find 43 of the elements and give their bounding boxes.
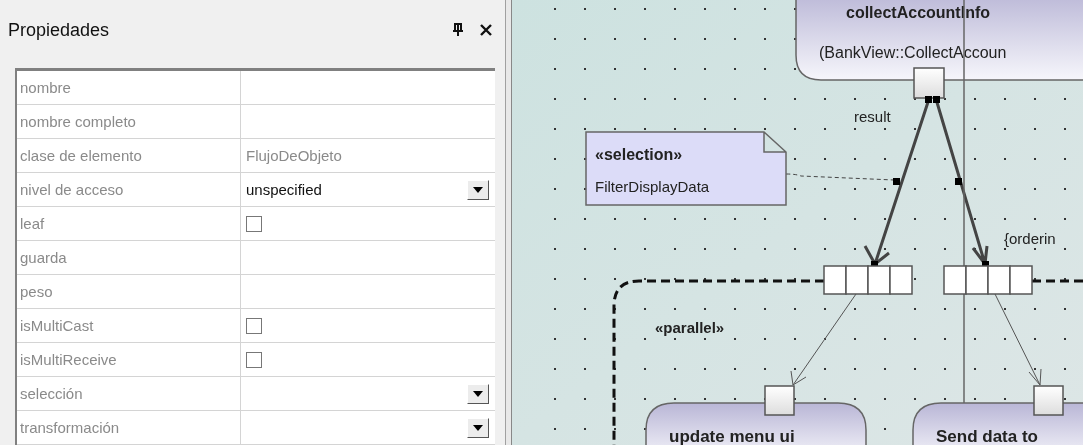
constraint-label: {orderin [1004, 230, 1056, 247]
property-value: unspecified [246, 181, 323, 198]
note-stereotype: «selection» [595, 146, 683, 163]
action-title: update menu ui [669, 427, 795, 445]
property-name: nombre completo [17, 105, 241, 138]
pin-icon[interactable] [451, 23, 465, 37]
action-node[interactable] [912, 402, 1083, 445]
property-name: clase de elemento [17, 139, 241, 172]
action-node[interactable] [795, 0, 1083, 81]
property-name: guarda [17, 241, 241, 274]
input-pin[interactable] [764, 385, 795, 416]
close-icon[interactable] [479, 23, 493, 37]
panel-title: Propiedades [8, 19, 111, 41]
caret-icon [473, 186, 483, 193]
property-name: leaf [17, 207, 241, 240]
action-title: collectAccountInfo [846, 4, 990, 21]
action-node[interactable] [645, 402, 867, 445]
action-operation: (BankView::CollectAccoun [819, 44, 1007, 61]
dropdown-button[interactable] [467, 383, 489, 404]
checkbox[interactable] [246, 215, 262, 232]
caret-icon [473, 390, 483, 397]
edge-label: result [854, 108, 891, 125]
output-pin[interactable] [913, 67, 945, 99]
input-pin[interactable] [1033, 385, 1064, 416]
region-stereotype: «parallel» [655, 319, 725, 336]
property-name: isMultiCast [17, 309, 241, 342]
checkbox[interactable] [246, 351, 262, 368]
note-box[interactable] [585, 131, 787, 206]
pin-group[interactable] [943, 265, 1033, 295]
property-name: nivel de acceso [17, 173, 241, 206]
checkbox[interactable] [246, 317, 262, 334]
property-name: nombre [17, 71, 241, 104]
property-name: isMultiReceive [17, 343, 241, 376]
note-text: FilterDisplayData [595, 178, 710, 195]
property-name: transformación [17, 411, 241, 444]
property-name: peso [17, 275, 241, 308]
dropdown-button[interactable] [467, 179, 489, 200]
property-name: selección [17, 377, 241, 410]
property-value: FlujoDeObjeto [246, 147, 343, 164]
action-title: Send data to [936, 427, 1038, 445]
dropdown-button[interactable] [467, 417, 489, 438]
pin-group[interactable] [823, 265, 913, 295]
caret-icon [473, 424, 483, 431]
